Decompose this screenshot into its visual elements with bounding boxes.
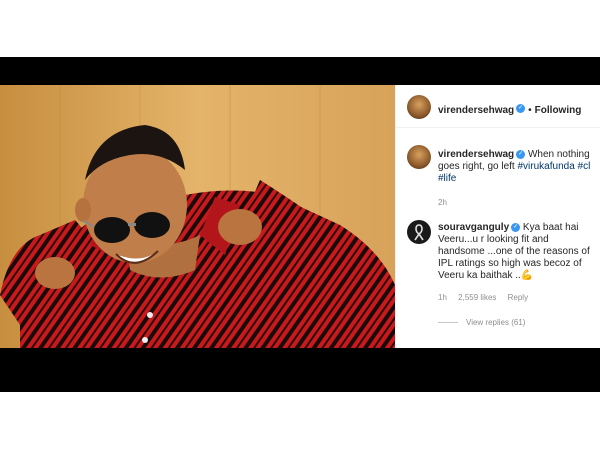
verified-badge-icon: ✓ <box>516 149 526 159</box>
replies-divider <box>438 322 458 324</box>
post-side-panel: virendersehwag ✓ • Following virendersehwag… <box>395 85 600 348</box>
verified-badge-icon: ✓ <box>511 222 521 232</box>
comment-item: souravganguly ✓ Kya baat hai Veeru...u r … <box>438 222 594 282</box>
letterbox-bottom-bar <box>0 348 600 392</box>
caption-username[interactable]: virendersehwag <box>438 149 514 160</box>
flexed-biceps-icon: 💪 <box>520 270 534 281</box>
view-replies-label: View replies (61) <box>466 318 526 327</box>
author-username[interactable]: virendersehwag <box>438 105 514 116</box>
post-caption: virendersehwag ✓ When nothing goes right,… <box>438 149 600 185</box>
caption-timestamp[interactable]: 2h <box>438 198 447 207</box>
verified-badge-icon: ✓ <box>516 104 526 114</box>
comment-meta: 1h 2,559 likes Reply <box>438 293 537 302</box>
separator-dot: • <box>528 105 532 116</box>
post-photo[interactable] <box>0 85 395 348</box>
comment-username[interactable]: souravganguly <box>438 222 509 233</box>
comment-timestamp[interactable]: 1h <box>438 293 447 302</box>
author-avatar[interactable] <box>407 95 431 119</box>
letterbox-top-bar <box>0 57 600 85</box>
following-button[interactable]: Following <box>535 105 582 116</box>
ribbon-icon <box>414 224 424 241</box>
post-header: virendersehwag ✓ • Following <box>396 85 600 128</box>
author-row: virendersehwag ✓ • Following <box>438 100 581 118</box>
caption-author-avatar[interactable] <box>407 145 431 169</box>
view-replies-button[interactable]: View replies (61) <box>438 318 525 327</box>
reply-button[interactable]: Reply <box>508 293 528 302</box>
hashtag-link[interactable]: #cl <box>578 161 591 172</box>
commenter-avatar[interactable] <box>407 220 431 244</box>
comment-likes[interactable]: 2,559 likes <box>458 293 496 302</box>
photo-illustration <box>0 85 395 348</box>
hashtag-link[interactable]: #virukafunda <box>518 161 575 172</box>
hashtag-link[interactable]: #life <box>438 173 456 184</box>
instagram-post: virendersehwag ✓ • Following virendersehwag… <box>0 85 600 348</box>
